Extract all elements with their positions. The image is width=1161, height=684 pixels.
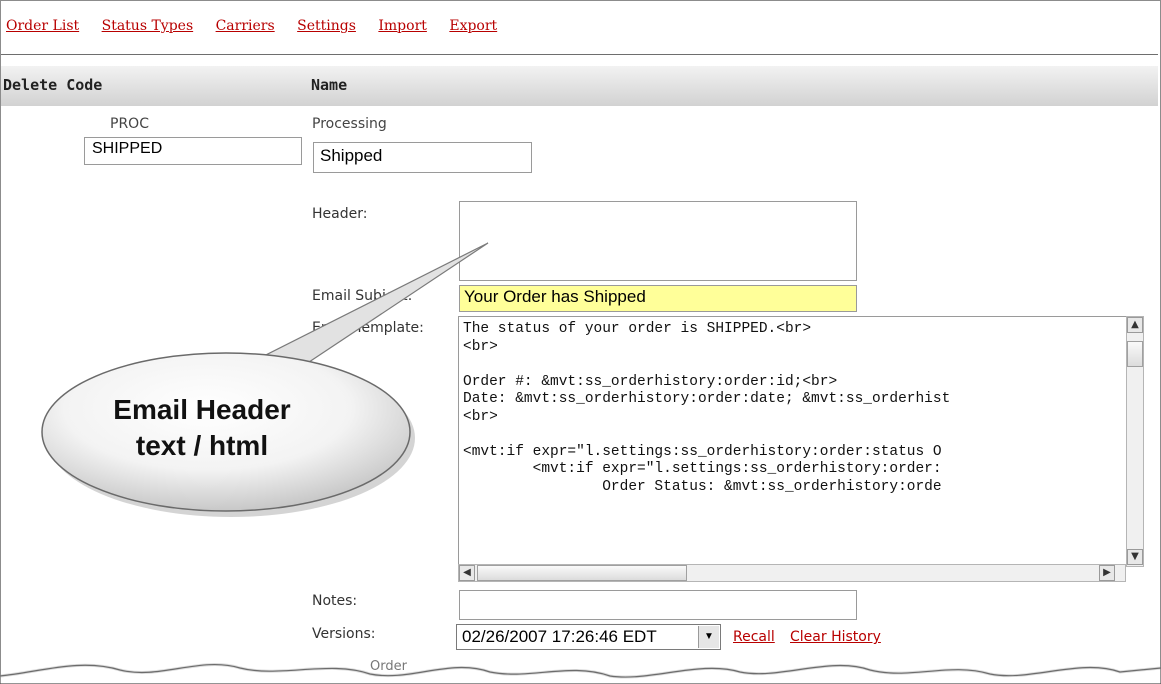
header-textarea[interactable] [459, 201, 857, 281]
versions-label: Versions: [312, 626, 376, 642]
notes-label: Notes: [312, 593, 358, 609]
chevron-down-icon[interactable]: ▼ [698, 626, 719, 648]
column-delete-code: Delete Code [3, 76, 103, 94]
scroll-right-icon[interactable]: ▶ [1099, 565, 1115, 581]
header-label: Header: [312, 206, 368, 222]
callout-line-1: Email Header [113, 394, 291, 425]
nav-divider [1, 54, 1158, 55]
subject-label: Email Subject: [312, 288, 413, 304]
template-horizontal-scrollbar[interactable]: ◀ ▶ [458, 564, 1126, 582]
template-content: The status of your order is SHIPPED.<br>… [463, 321, 951, 495]
scroll-left-icon[interactable]: ◀ [459, 565, 475, 581]
clear-history-link[interactable]: Clear History [790, 629, 881, 645]
scroll-down-icon[interactable]: ▼ [1127, 549, 1143, 565]
subject-input[interactable]: Your Order has Shipped [459, 285, 857, 312]
template-vertical-scrollbar[interactable]: ▲ ▼ [1126, 316, 1144, 567]
notes-input[interactable] [459, 590, 857, 620]
top-nav: Order List Status Types Carriers Setting… [6, 18, 515, 34]
recall-link[interactable]: Recall [733, 629, 775, 645]
nav-order-list[interactable]: Order List [6, 18, 79, 34]
nav-import[interactable]: Import [378, 18, 427, 34]
name-input[interactable]: Shipped [313, 142, 532, 173]
versions-selected-value: 02/26/2007 17:26:46 EDT [462, 627, 657, 646]
template-textarea[interactable]: The status of your order is SHIPPED.<br>… [458, 316, 1128, 565]
torn-edge [0, 663, 1161, 684]
nav-carriers[interactable]: Carriers [216, 18, 275, 34]
footer-fragment: Order [370, 659, 407, 674]
callout-line-2: text / html [135, 430, 269, 461]
nav-settings[interactable]: Settings [297, 18, 356, 34]
row-code: PROC [110, 116, 149, 132]
scroll-thumb[interactable] [1127, 341, 1143, 367]
template-label: Email Template: [312, 320, 424, 336]
hscroll-thumb[interactable] [477, 565, 687, 581]
callout-text: Email Header text / html [52, 392, 352, 464]
nav-status-types[interactable]: Status Types [102, 18, 194, 34]
versions-select[interactable]: 02/26/2007 17:26:46 EDT ▼ [456, 624, 721, 650]
row-name: Processing [312, 116, 387, 132]
scroll-up-icon[interactable]: ▲ [1127, 317, 1143, 333]
nav-export[interactable]: Export [449, 18, 497, 34]
code-input[interactable]: SHIPPED [84, 137, 302, 165]
column-name: Name [311, 76, 348, 94]
column-header: Delete Code Name [1, 66, 1158, 106]
